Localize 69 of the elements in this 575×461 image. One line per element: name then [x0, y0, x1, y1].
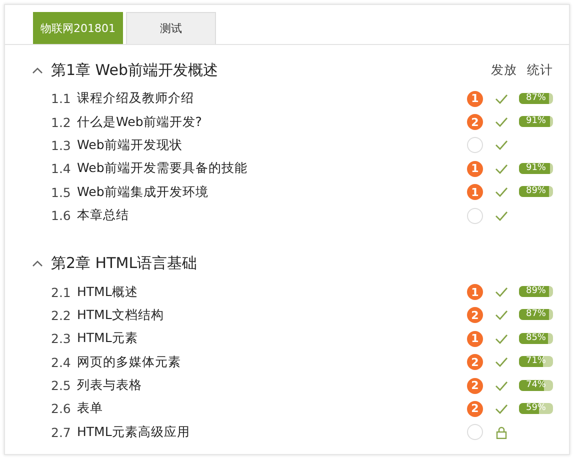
check-icon	[494, 380, 508, 391]
count-badge: 1	[467, 330, 483, 347]
column-header: 统计	[527, 62, 553, 78]
caret-icon[interactable]	[32, 260, 43, 267]
section-number: 1.4	[51, 161, 72, 176]
section-title[interactable]: Web前端开发需要具备的技能	[77, 160, 467, 178]
check-icon	[494, 404, 508, 414]
count-badge: 1	[467, 184, 483, 200]
section-title[interactable]: 列表与表格	[77, 377, 467, 394]
section-title[interactable]: HTML概述	[77, 284, 467, 301]
section-title[interactable]: 课程介绍及教师介绍	[77, 90, 467, 108]
section-number: 2.4	[51, 354, 72, 370]
section-number: 2.5	[51, 378, 72, 394]
progress-text: 85%	[524, 332, 547, 344]
chapter-title: 第2章 HTML语言基础	[51, 254, 198, 273]
check-icon	[494, 287, 508, 298]
check-icon	[494, 164, 508, 174]
progress-text: 71%	[524, 356, 547, 368]
section-title[interactable]: HTML元素高级应用	[77, 424, 467, 441]
section-number: 1.6	[51, 208, 72, 224]
progress-text: 89%	[524, 286, 547, 298]
empty-circle-icon	[467, 137, 483, 154]
section-title[interactable]: HTML元素	[77, 330, 467, 348]
caret-icon[interactable]	[32, 66, 43, 74]
progress-text: 87%	[524, 92, 547, 104]
count-badge: 2	[467, 378, 483, 394]
progress-text: 74%	[524, 380, 547, 391]
section-title[interactable]: 表单	[77, 400, 467, 418]
column-header: 发放	[491, 62, 517, 78]
count-badge: 2	[467, 307, 483, 324]
lock-icon	[496, 426, 506, 439]
count-badge: 1	[467, 284, 483, 300]
count-badge: 2	[467, 400, 483, 417]
progress-text: 59%	[524, 402, 547, 414]
section-title[interactable]: 本章总结	[77, 207, 467, 224]
section-number: 1.5	[51, 184, 72, 200]
chapter-title: 第1章 Web前端开发概述	[51, 60, 220, 80]
count-badge: 2	[467, 354, 483, 370]
progress-text: 89%	[524, 186, 547, 198]
progress-text: 87%	[524, 309, 547, 320]
section-number: 1.2	[51, 114, 72, 130]
section-number: 1.3	[51, 138, 72, 153]
check-icon	[494, 310, 508, 320]
section-number: 1.1	[51, 91, 72, 106]
empty-circle-icon	[467, 208, 483, 224]
check-icon	[494, 94, 508, 104]
section-title[interactable]: 网页的多媒体元素	[77, 354, 467, 371]
empty-circle-icon	[467, 424, 483, 440]
count-badge: 2	[467, 114, 483, 130]
section-title[interactable]: Web前端开发现状	[77, 136, 467, 154]
section-title[interactable]: Web前端集成开发环境	[77, 184, 467, 201]
progress-text: 91%	[524, 116, 547, 128]
progress-text: 91%	[524, 162, 547, 174]
section-title[interactable]: 什么是Web前端开发?	[77, 114, 467, 131]
check-icon	[494, 334, 508, 344]
section-number: 2.7	[51, 424, 72, 440]
section-number: 2.6	[51, 401, 72, 416]
section-number: 2.3	[51, 331, 72, 346]
count-badge: 1	[467, 90, 483, 107]
section-number: 2.1	[51, 284, 72, 300]
count-badge: 1	[467, 160, 483, 177]
check-icon	[494, 187, 508, 198]
check-icon	[494, 117, 508, 128]
check-icon	[494, 140, 508, 150]
section-number: 2.2	[51, 308, 72, 323]
section-title[interactable]: HTML文档结构	[77, 306, 467, 324]
tab[interactable]: 测试	[126, 12, 216, 44]
check-icon	[494, 210, 508, 221]
check-icon	[494, 357, 508, 368]
